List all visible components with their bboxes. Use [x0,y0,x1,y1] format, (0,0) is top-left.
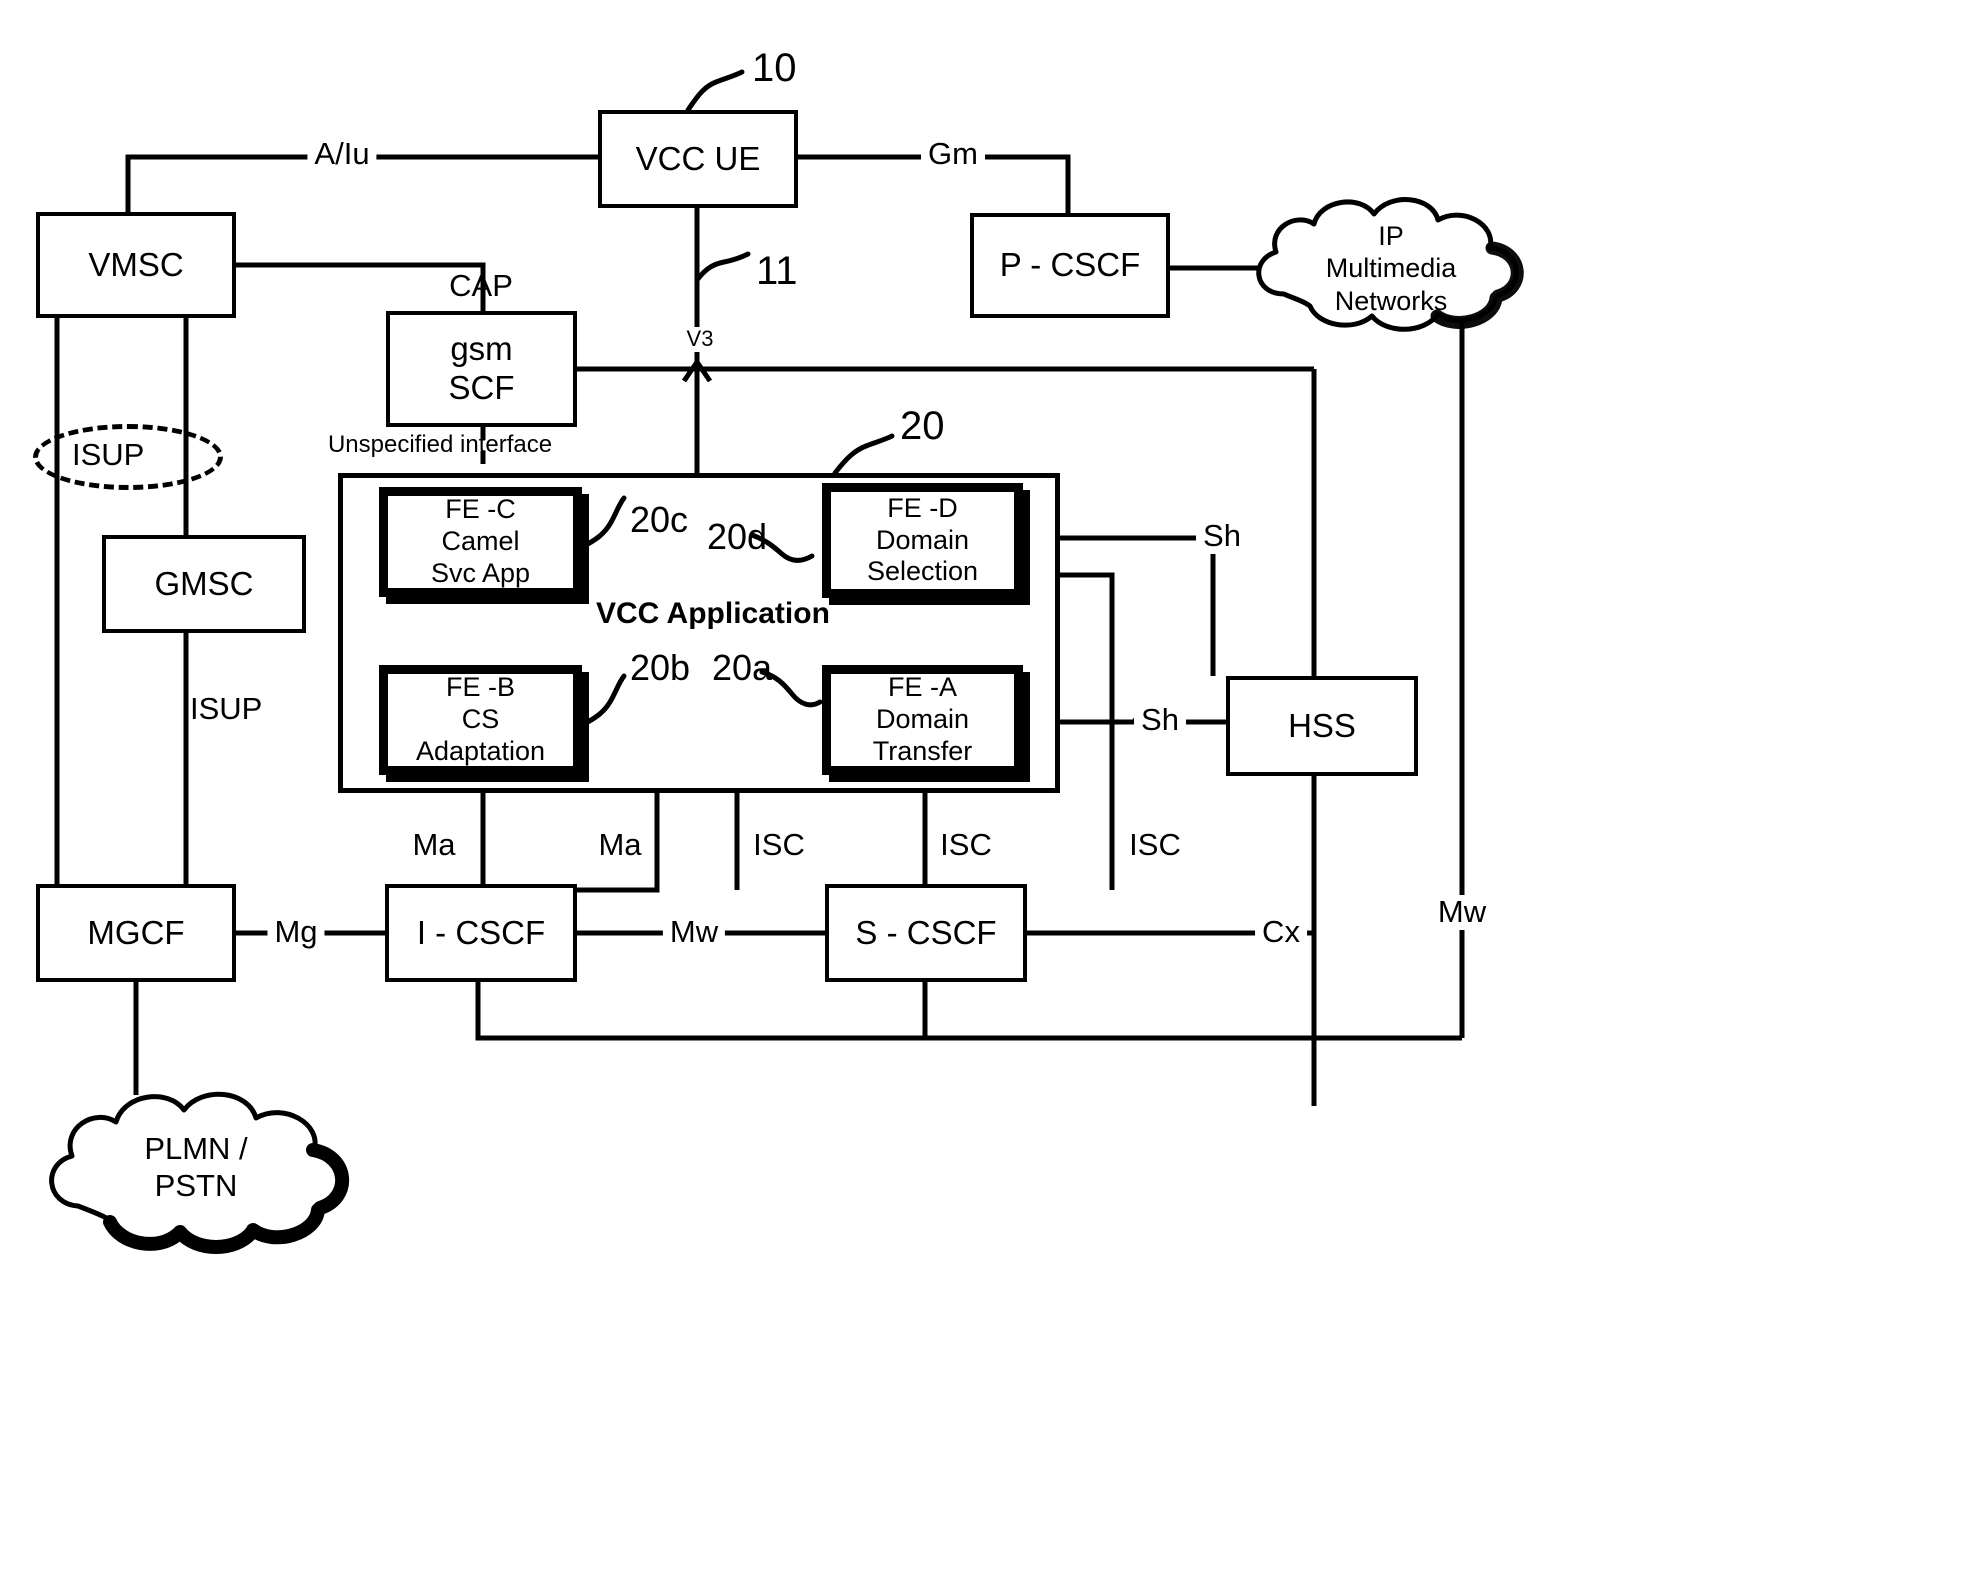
reference-numeral-leaders [579,69,895,728]
figure-canvas: VCC UE VMSC gsm SCF P - CSCF GMSC HSS MG… [0,0,1988,1570]
